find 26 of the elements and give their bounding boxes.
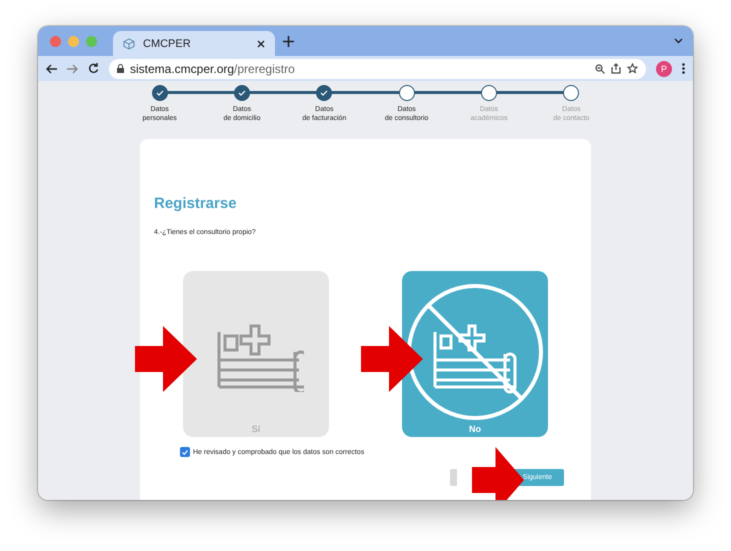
new-tab-icon[interactable] [283,36,294,46]
close-icon[interactable] [257,40,265,48]
lock-icon [117,64,124,73]
more-icon[interactable] [682,63,685,74]
arrow-icon [361,326,423,392]
star-icon[interactable] [627,63,638,74]
address-bar[interactable]: sistema.cmcper.org/preregistro [109,58,646,78]
forward-icon[interactable] [67,64,78,74]
cube-icon [123,38,135,50]
reload-icon[interactable] [88,63,99,74]
browser-tab[interactable]: CMCPER [113,31,275,56]
back-icon[interactable] [46,64,57,74]
url-host: sistema.cmcper.org [130,62,234,76]
checkbox[interactable] [180,447,190,457]
tab-title: CMCPER [143,38,192,50]
arrow-icon [135,326,197,392]
zoom-icon[interactable] [595,64,605,74]
no-bed-icon [405,282,545,422]
form-title: Registrarse [154,195,238,212]
chevron-down-icon[interactable] [674,38,683,44]
option-card[interactable]: No [402,271,548,437]
profile-avatar[interactable]: P [656,60,672,76]
arrow-icon [472,447,524,500]
option-card[interactable]: Sí [183,271,329,437]
share-icon[interactable] [611,63,621,74]
url-path: /preregistro [234,62,295,76]
